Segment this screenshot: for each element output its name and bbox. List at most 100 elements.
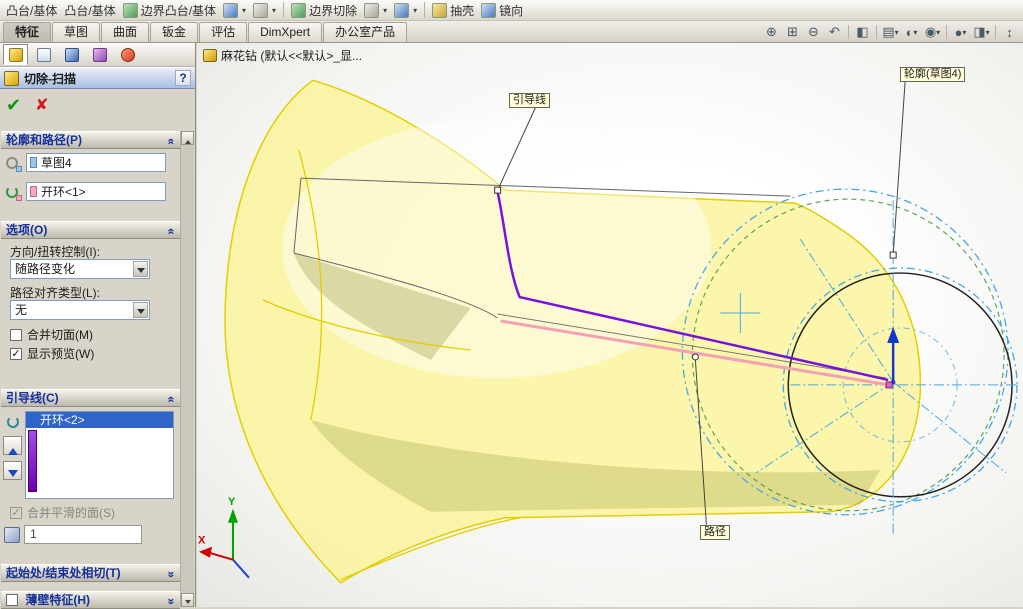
- configurationmanager-icon: [65, 48, 79, 62]
- cancel-button[interactable]: ✘: [35, 95, 48, 115]
- x-axis-label: X: [198, 535, 206, 547]
- dropdown-arrow-icon[interactable]: [133, 302, 148, 318]
- profile-attach-marker: [890, 252, 896, 258]
- show-preview-checkbox[interactable]: [10, 348, 22, 360]
- scroll-up-icon[interactable]: [181, 131, 194, 145]
- toolbar-button-boundary-cut[interactable]: 边界切除: [291, 0, 357, 20]
- view-orientation-icon[interactable]: ▤: [881, 24, 900, 41]
- guide-callout[interactable]: 引导线: [509, 93, 550, 108]
- panel-scrollbar[interactable]: [180, 131, 194, 607]
- dropdown-arrow-icon[interactable]: [133, 261, 148, 277]
- toolbar-dropdown-1[interactable]: [223, 0, 246, 20]
- collapse-chevron-icon: [163, 394, 180, 406]
- tab-configurationmanager[interactable]: [59, 44, 84, 65]
- tab-dimxpertmanager[interactable]: [87, 44, 112, 65]
- section-start-end-tangency[interactable]: 起始处/结束处相切(T): [1, 564, 180, 582]
- section-guide-curves[interactable]: 引导线(C): [1, 389, 180, 407]
- move-up-button[interactable]: [3, 436, 22, 455]
- normal-to-icon[interactable]: ↕: [1000, 24, 1019, 41]
- profile-callout[interactable]: 轮廓(草图4): [900, 67, 965, 82]
- tab-dimxpert[interactable]: DimXpert: [248, 22, 322, 42]
- part-icon: [203, 49, 217, 62]
- feature-title-bar: 切除-扫描 ?: [0, 67, 195, 89]
- mirror-icon: [481, 3, 496, 18]
- toolbar-dropdown-3[interactable]: [364, 0, 387, 20]
- tab-sheet-metal[interactable]: 钣金: [150, 22, 198, 42]
- orientation-label: 方向/扭转控制(I):: [10, 243, 100, 260]
- sweep-icon: [253, 3, 268, 18]
- collapse-chevron-icon: [163, 136, 180, 148]
- tab-surfaces[interactable]: 曲面: [101, 22, 149, 42]
- guide-curve-icon: [3, 411, 22, 430]
- dimxpertmanager-icon: [93, 48, 107, 62]
- graphics-area[interactable]: Y X 麻花钻 (默认<<默认>_显... 引导线 轮廓(草图4) 路径: [197, 43, 1023, 607]
- display-style-icon[interactable]: ◐: [902, 24, 921, 41]
- revolve-icon: [223, 3, 238, 18]
- orientation-dropdown[interactable]: 随路径变化: [10, 259, 150, 279]
- move-down-button[interactable]: [3, 461, 22, 480]
- merge-faces-row: 合并切面(M): [10, 326, 93, 343]
- path-callout[interactable]: 路径: [700, 525, 730, 540]
- thin-feature-checkbox[interactable]: [6, 594, 18, 606]
- path-selection-field[interactable]: 开环<1>: [26, 182, 166, 201]
- toolbar-button-boss-2[interactable]: 凸台/基体: [64, 0, 115, 20]
- profile-row: 草图4: [4, 153, 166, 172]
- cut-sweep-icon: [364, 3, 379, 18]
- merge-faces-checkbox[interactable]: [10, 329, 22, 341]
- path-endpoint-marker[interactable]: [886, 382, 892, 388]
- x-axis-arrow-icon: [199, 547, 212, 558]
- alignment-dropdown[interactable]: 无: [10, 300, 150, 320]
- guide-list-item[interactable]: 开环<2>: [26, 412, 173, 428]
- zoom-area-icon[interactable]: ⊞: [783, 24, 802, 41]
- guide-buttons-column: [3, 411, 23, 486]
- zoom-out-icon[interactable]: ⊖: [804, 24, 823, 41]
- origin-triad: Y X: [198, 496, 249, 578]
- merge-smooth-row: 合并平滑的面(S): [10, 504, 115, 521]
- section-options[interactable]: 选项(O): [1, 221, 180, 239]
- guide-curves-list[interactable]: 开环<2>: [25, 411, 174, 499]
- tangent-count-field[interactable]: 1: [24, 525, 142, 544]
- tab-evaluate[interactable]: 评估: [199, 22, 247, 42]
- scroll-down-icon[interactable]: [181, 593, 194, 607]
- merge-smooth-checkbox[interactable]: [10, 507, 22, 519]
- displaymanager-icon: [121, 48, 135, 62]
- tab-features[interactable]: 特征: [3, 22, 51, 42]
- tab-office-products[interactable]: 办公室产品: [323, 22, 407, 42]
- toolbar-button-boundary-boss[interactable]: 边界凸台/基体: [123, 0, 216, 20]
- previous-view-icon[interactable]: ↶: [825, 24, 844, 41]
- feature-tree-root[interactable]: 麻花钻 (默认<<默认>_显...: [203, 47, 362, 64]
- toolbar-button-mirror[interactable]: 镜向: [481, 0, 523, 20]
- tab-sketch[interactable]: 草图: [52, 22, 100, 42]
- section-thin-feature[interactable]: 薄壁特征(H): [1, 591, 180, 609]
- ok-button[interactable]: ✔: [6, 95, 21, 116]
- section-profile-path[interactable]: 轮廓和路径(P): [1, 131, 180, 149]
- features-toolbar: 凸台/基体 凸台/基体 边界凸台/基体 边界切除 抽壳 镜向: [0, 0, 1023, 21]
- tab-featuremanager[interactable]: [31, 44, 56, 65]
- zoom-fit-icon[interactable]: ⊕: [762, 24, 781, 41]
- hide-show-items-icon[interactable]: ◉: [923, 24, 942, 41]
- toolbar-button-boss-1[interactable]: 凸台/基体: [6, 0, 57, 20]
- collapse-chevron-icon: [163, 226, 180, 238]
- toolbar-separator: [995, 25, 996, 39]
- shell-icon: [432, 3, 447, 18]
- toolbar-button-shell[interactable]: 抽壳: [432, 0, 474, 20]
- y-axis-arrow-icon: [228, 509, 238, 523]
- tab-propertymanager[interactable]: [3, 44, 28, 65]
- apply-scene-icon[interactable]: ◨: [972, 24, 991, 41]
- property-manager-panel: 切除-扫描 ? ✔ ✘ 轮廓和路径(P) 草图4 开环<1> 选项(O) 方向/…: [0, 43, 196, 607]
- profile-leader-line: [893, 81, 905, 255]
- expand-chevron-icon: [163, 569, 180, 581]
- toolbar-dropdown-4[interactable]: [394, 0, 417, 20]
- feature-tree-label: 麻花钻 (默认<<默认>_显...: [221, 47, 362, 64]
- section-view-icon[interactable]: ◧: [853, 24, 872, 41]
- show-preview-row: 显示预览(W): [10, 345, 94, 362]
- profile-selection-field[interactable]: 草图4: [26, 153, 166, 172]
- toolbar-dropdown-2[interactable]: [253, 0, 276, 20]
- propertymanager-icon: [9, 48, 23, 62]
- help-button[interactable]: ?: [175, 70, 191, 86]
- model-canvas[interactable]: Y X: [197, 43, 1023, 607]
- z-axis-arrow-icon: [233, 560, 249, 578]
- guide-attach-marker: [495, 187, 501, 193]
- tab-displaymanager[interactable]: [115, 44, 140, 65]
- edit-appearance-icon[interactable]: ●: [951, 24, 970, 41]
